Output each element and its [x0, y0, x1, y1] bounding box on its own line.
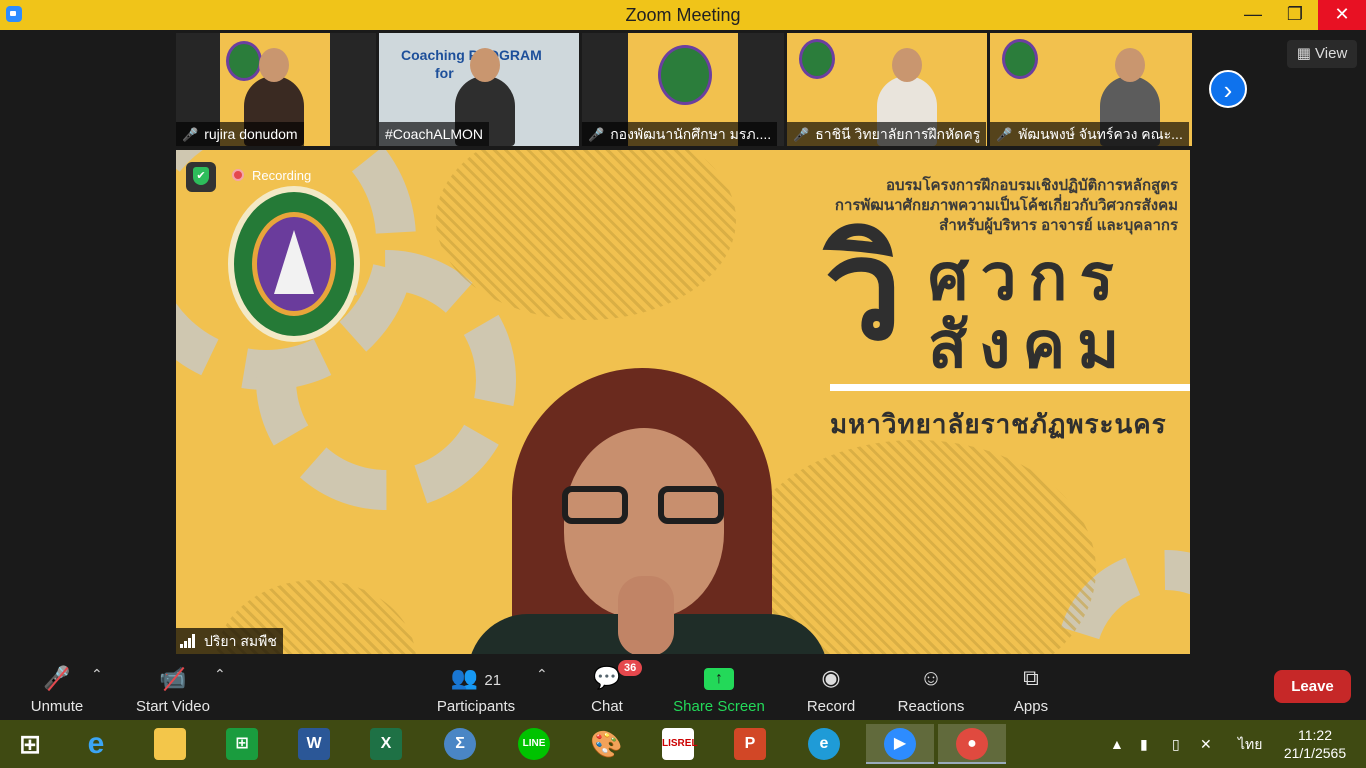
presenter-figure — [468, 368, 828, 654]
share-screen-button[interactable]: ↑ Share Screen — [664, 662, 774, 715]
title-bar: Zoom Meeting — ❐ ✕ — [0, 0, 1366, 30]
edge-icon[interactable]: e — [794, 724, 854, 764]
apps-button[interactable]: ⧉ Apps — [976, 662, 1086, 715]
reactions-button[interactable]: ☺ Reactions — [876, 662, 986, 715]
participant-tile[interactable]: Coaching PROGRAM for #CoachALMON — [379, 33, 579, 146]
windows-taskbar: ⊞ e ⊞ W X Σ LINE 🎨 LISREL P e ▶ ● ▲ ▮ ▯ … — [0, 720, 1366, 768]
mic-muted-icon: 🎤 — [996, 127, 1013, 142]
share-screen-icon: ↑ — [664, 662, 774, 694]
participant-name: 🎤 กองพัฒนานักศึกษา มรภ.... — [582, 122, 778, 146]
participant-thumbnails: 🎤 rujira donudom Coaching PROGRAM for #Co… — [176, 33, 1192, 146]
paint-icon[interactable]: 🎨 — [576, 724, 636, 764]
participant-name: 🎤 rujira donudom — [176, 122, 304, 146]
system-clock[interactable]: 11:22 21/1/2565 — [1272, 726, 1358, 762]
clock-time: 11:22 — [1298, 727, 1332, 743]
math-input-icon[interactable]: Σ — [430, 724, 490, 764]
chat-button[interactable]: 💬 36 Chat — [552, 660, 662, 715]
slide-logo-wi: วิ — [824, 211, 903, 368]
powerpoint-icon[interactable]: P — [720, 724, 780, 764]
mic-muted-icon: 🎤 — [182, 127, 199, 142]
start-video-button[interactable]: 📹 Start Video — [118, 662, 228, 715]
tray-overflow-chevron-icon[interactable]: ▲ — [1110, 720, 1124, 768]
battery-icon[interactable]: ▯ — [1172, 720, 1180, 768]
slide-line: อบรมโครงการฝึกอบรมเชิงปฏิบัติการหลักสูตร — [885, 177, 1178, 194]
participants-button[interactable]: 👥 21 Participants — [420, 662, 532, 715]
record-button[interactable]: ◉ Record — [776, 662, 886, 715]
chrome-icon[interactable]: ● — [938, 724, 1006, 764]
participant-name: #CoachALMON — [379, 122, 490, 146]
clock-date: 21/1/2565 — [1283, 745, 1347, 761]
slide-subheading: for — [435, 65, 454, 81]
meeting-toolbar: 🎤 Unmute ⌃ 📹 Start Video ⌃ 👥 21 Particip… — [0, 658, 1366, 720]
university-seal-icon — [799, 39, 835, 79]
maximize-button[interactable]: ❐ — [1272, 0, 1318, 30]
excel-icon[interactable]: X — [356, 724, 416, 764]
participant-name: 🎤 พัฒนพงษ์ จันทร์ควง คณะ... — [990, 122, 1189, 146]
chat-icon: 💬 36 — [552, 660, 662, 694]
participant-tile[interactable]: 🎤 พัฒนพงษ์ จันทร์ควง คณะ... — [990, 33, 1192, 146]
signal-strength-icon — [180, 634, 198, 648]
line-icon[interactable]: LINE — [504, 724, 564, 764]
slide-logo-line1: ศวกร — [928, 241, 1126, 313]
participants-options-chevron-icon[interactable]: ⌃ — [536, 666, 548, 683]
internet-explorer-icon[interactable]: e — [66, 724, 126, 764]
video-options-chevron-icon[interactable]: ⌃ — [214, 666, 226, 683]
recording-indicator[interactable]: Recording — [232, 168, 311, 183]
record-icon: ◉ — [821, 665, 841, 690]
university-seal-icon — [228, 186, 360, 342]
recording-dot-icon — [232, 169, 244, 181]
leave-button[interactable]: Leave — [1274, 670, 1351, 703]
participants-count: 21 — [484, 672, 502, 689]
university-seal-icon — [658, 45, 712, 105]
window-title: Zoom Meeting — [625, 5, 741, 25]
windows-start-icon[interactable]: ⊞ — [0, 724, 60, 764]
slide-university-name: มหาวิทยาลัยราชภัฏพระนคร — [830, 409, 1167, 439]
slide-logo-line2: สังคม — [928, 309, 1132, 381]
audio-options-chevron-icon[interactable]: ⌃ — [91, 666, 103, 683]
file-explorer-icon[interactable] — [140, 724, 200, 764]
volume-muted-icon[interactable]: ✕ — [1200, 720, 1212, 768]
reactions-smiley-icon: ☺ — [919, 665, 943, 690]
presenter-name-label: ปริยา สมพืช — [176, 628, 283, 654]
network-icon[interactable]: ▮ — [1140, 720, 1148, 768]
university-seal-icon — [1002, 39, 1038, 79]
word-icon[interactable]: W — [284, 724, 344, 764]
mic-muted-icon: 🎤 — [588, 127, 605, 142]
participant-tile[interactable]: 🎤 กองพัฒนานักศึกษา มรภ.... — [582, 33, 784, 146]
participants-icon: 👥 21 — [450, 665, 502, 690]
mic-muted-icon: 🎤 — [793, 127, 810, 142]
active-speaker-video: อบรมโครงการฝึกอบรมเชิงปฏิบัติการหลักสูตร… — [176, 150, 1190, 654]
university-seal-icon — [226, 41, 262, 81]
next-page-arrow-icon[interactable]: › — [1209, 70, 1247, 108]
lisrel-icon[interactable]: LISREL — [648, 724, 708, 764]
zoom-taskbar-icon[interactable]: ▶ — [866, 724, 934, 764]
security-shield-icon[interactable] — [186, 162, 216, 192]
participant-name: 🎤 ธาชินี วิทยาลัยการฝึกหัดครู — [787, 122, 987, 146]
chat-unread-badge: 36 — [618, 660, 643, 676]
participant-tile[interactable]: 🎤 rujira donudom — [176, 33, 376, 146]
video-camera-icon: 📹 — [118, 662, 228, 694]
apps-icon: ⧉ — [1023, 665, 1039, 690]
minimize-button[interactable]: — — [1230, 0, 1276, 30]
slide-divider — [830, 384, 1190, 391]
close-button[interactable]: ✕ — [1318, 0, 1366, 30]
input-language[interactable]: ไทย — [1238, 720, 1262, 768]
grid-icon: ▦ — [1296, 45, 1316, 62]
view-button[interactable]: ▦ View — [1287, 40, 1357, 68]
store-icon[interactable]: ⊞ — [212, 724, 272, 764]
participant-tile[interactable]: 🎤 ธาชินี วิทยาลัยการฝึกหัดครู — [787, 33, 987, 146]
